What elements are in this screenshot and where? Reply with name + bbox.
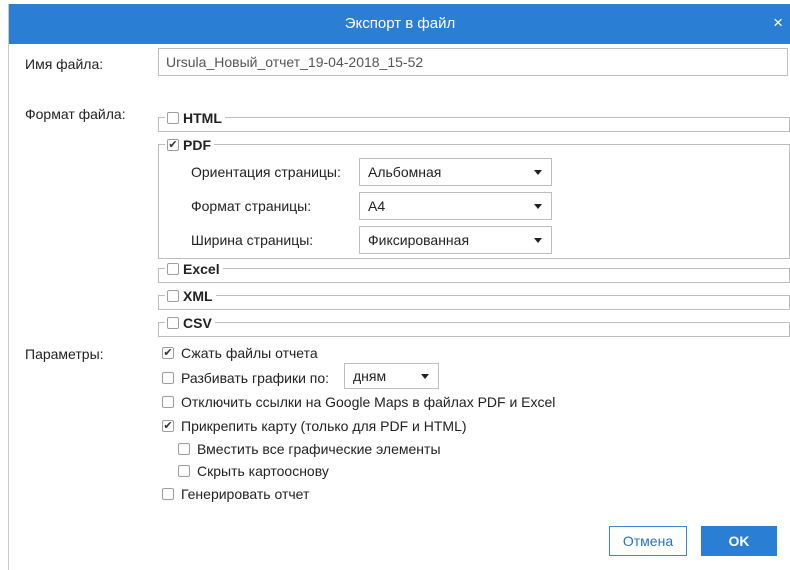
fit-all-option[interactable]: Вместить все графические элементы	[178, 441, 441, 457]
chevron-down-icon	[534, 204, 542, 209]
csv-fieldset: CSV	[158, 313, 790, 337]
ok-button[interactable]: OK	[701, 526, 777, 556]
dialog-titlebar: Экспорт в файл ×	[9, 4, 790, 44]
params-label: Параметры:	[25, 346, 104, 362]
orientation-label: Ориентация страницы:	[191, 164, 341, 180]
orientation-value: Альбомная	[368, 164, 442, 180]
split-option[interactable]: Разбивать графики по:	[162, 370, 329, 386]
page-size-select[interactable]: A4	[359, 192, 552, 220]
chevron-down-icon	[534, 170, 542, 175]
disable-links-checkbox[interactable]	[162, 396, 174, 408]
filename-label: Имя файла:	[25, 56, 104, 72]
html-option-label[interactable]: HTML	[183, 110, 222, 126]
page-size-value: A4	[368, 198, 386, 214]
page-width-label: Ширина страницы:	[191, 232, 314, 248]
split-period-value: дням	[353, 368, 387, 384]
html-checkbox[interactable]	[167, 112, 179, 124]
hide-base-label: Скрыть картооснову	[197, 463, 329, 479]
pdf-option-label[interactable]: PDF	[183, 137, 211, 153]
excel-checkbox[interactable]	[167, 263, 179, 275]
split-period-select[interactable]: дням	[344, 363, 439, 389]
pdf-checkbox[interactable]: ✔	[167, 139, 179, 151]
page-width-select[interactable]: Фиксированная	[359, 226, 552, 254]
html-legend: HTML	[165, 108, 225, 128]
html-fieldset: HTML	[158, 108, 790, 132]
xml-legend: XML	[165, 286, 216, 306]
compress-checkbox[interactable]: ✔	[162, 347, 174, 359]
chevron-down-icon	[421, 374, 429, 379]
csv-option-label[interactable]: CSV	[183, 315, 212, 331]
fit-all-label: Вместить все графические элементы	[197, 441, 441, 457]
chevron-down-icon	[534, 238, 542, 243]
compress-label: Сжать файлы отчета	[181, 345, 318, 361]
format-label: Формат файла:	[25, 106, 126, 122]
excel-option-label[interactable]: Excel	[183, 261, 220, 277]
generate-label: Генерировать отчет	[181, 486, 310, 502]
pdf-legend: ✔ PDF	[165, 135, 214, 155]
page-width-value: Фиксированная	[368, 232, 470, 248]
disable-links-option[interactable]: Отключить ссылки на Google Maps в файлах…	[162, 394, 555, 410]
generate-option[interactable]: Генерировать отчет	[162, 486, 309, 502]
attach-map-label: Прикрепить карту (только для PDF и HTML)	[181, 418, 467, 434]
xml-checkbox[interactable]	[167, 290, 179, 302]
generate-checkbox[interactable]	[162, 488, 174, 500]
split-checkbox[interactable]	[162, 372, 174, 384]
hide-base-option[interactable]: Скрыть картооснову	[178, 463, 329, 479]
compress-option[interactable]: ✔ Сжать файлы отчета	[162, 345, 318, 361]
orientation-select[interactable]: Альбомная	[359, 158, 552, 186]
close-icon[interactable]: ×	[773, 14, 783, 32]
dialog-title: Экспорт в файл	[344, 15, 456, 32]
export-dialog: Экспорт в файл × Имя файла: Формат файла…	[8, 4, 790, 570]
xml-option-label[interactable]: XML	[183, 288, 213, 304]
disable-links-label: Отключить ссылки на Google Maps в файлах…	[181, 394, 556, 410]
csv-legend: CSV	[165, 313, 215, 333]
excel-legend: Excel	[165, 259, 223, 279]
attach-map-checkbox[interactable]: ✔	[162, 420, 174, 432]
attach-map-option[interactable]: ✔ Прикрепить карту (только для PDF и HTM…	[162, 418, 467, 434]
hide-base-checkbox[interactable]	[178, 465, 190, 477]
fit-all-checkbox[interactable]	[178, 443, 190, 455]
xml-fieldset: XML	[158, 286, 790, 310]
page-size-label: Формат страницы:	[191, 198, 312, 214]
csv-checkbox[interactable]	[167, 317, 179, 329]
excel-fieldset: Excel	[158, 259, 790, 283]
filename-input[interactable]	[158, 48, 788, 76]
split-label: Разбивать графики по:	[181, 370, 330, 386]
cancel-button[interactable]: Отмена	[609, 526, 687, 556]
